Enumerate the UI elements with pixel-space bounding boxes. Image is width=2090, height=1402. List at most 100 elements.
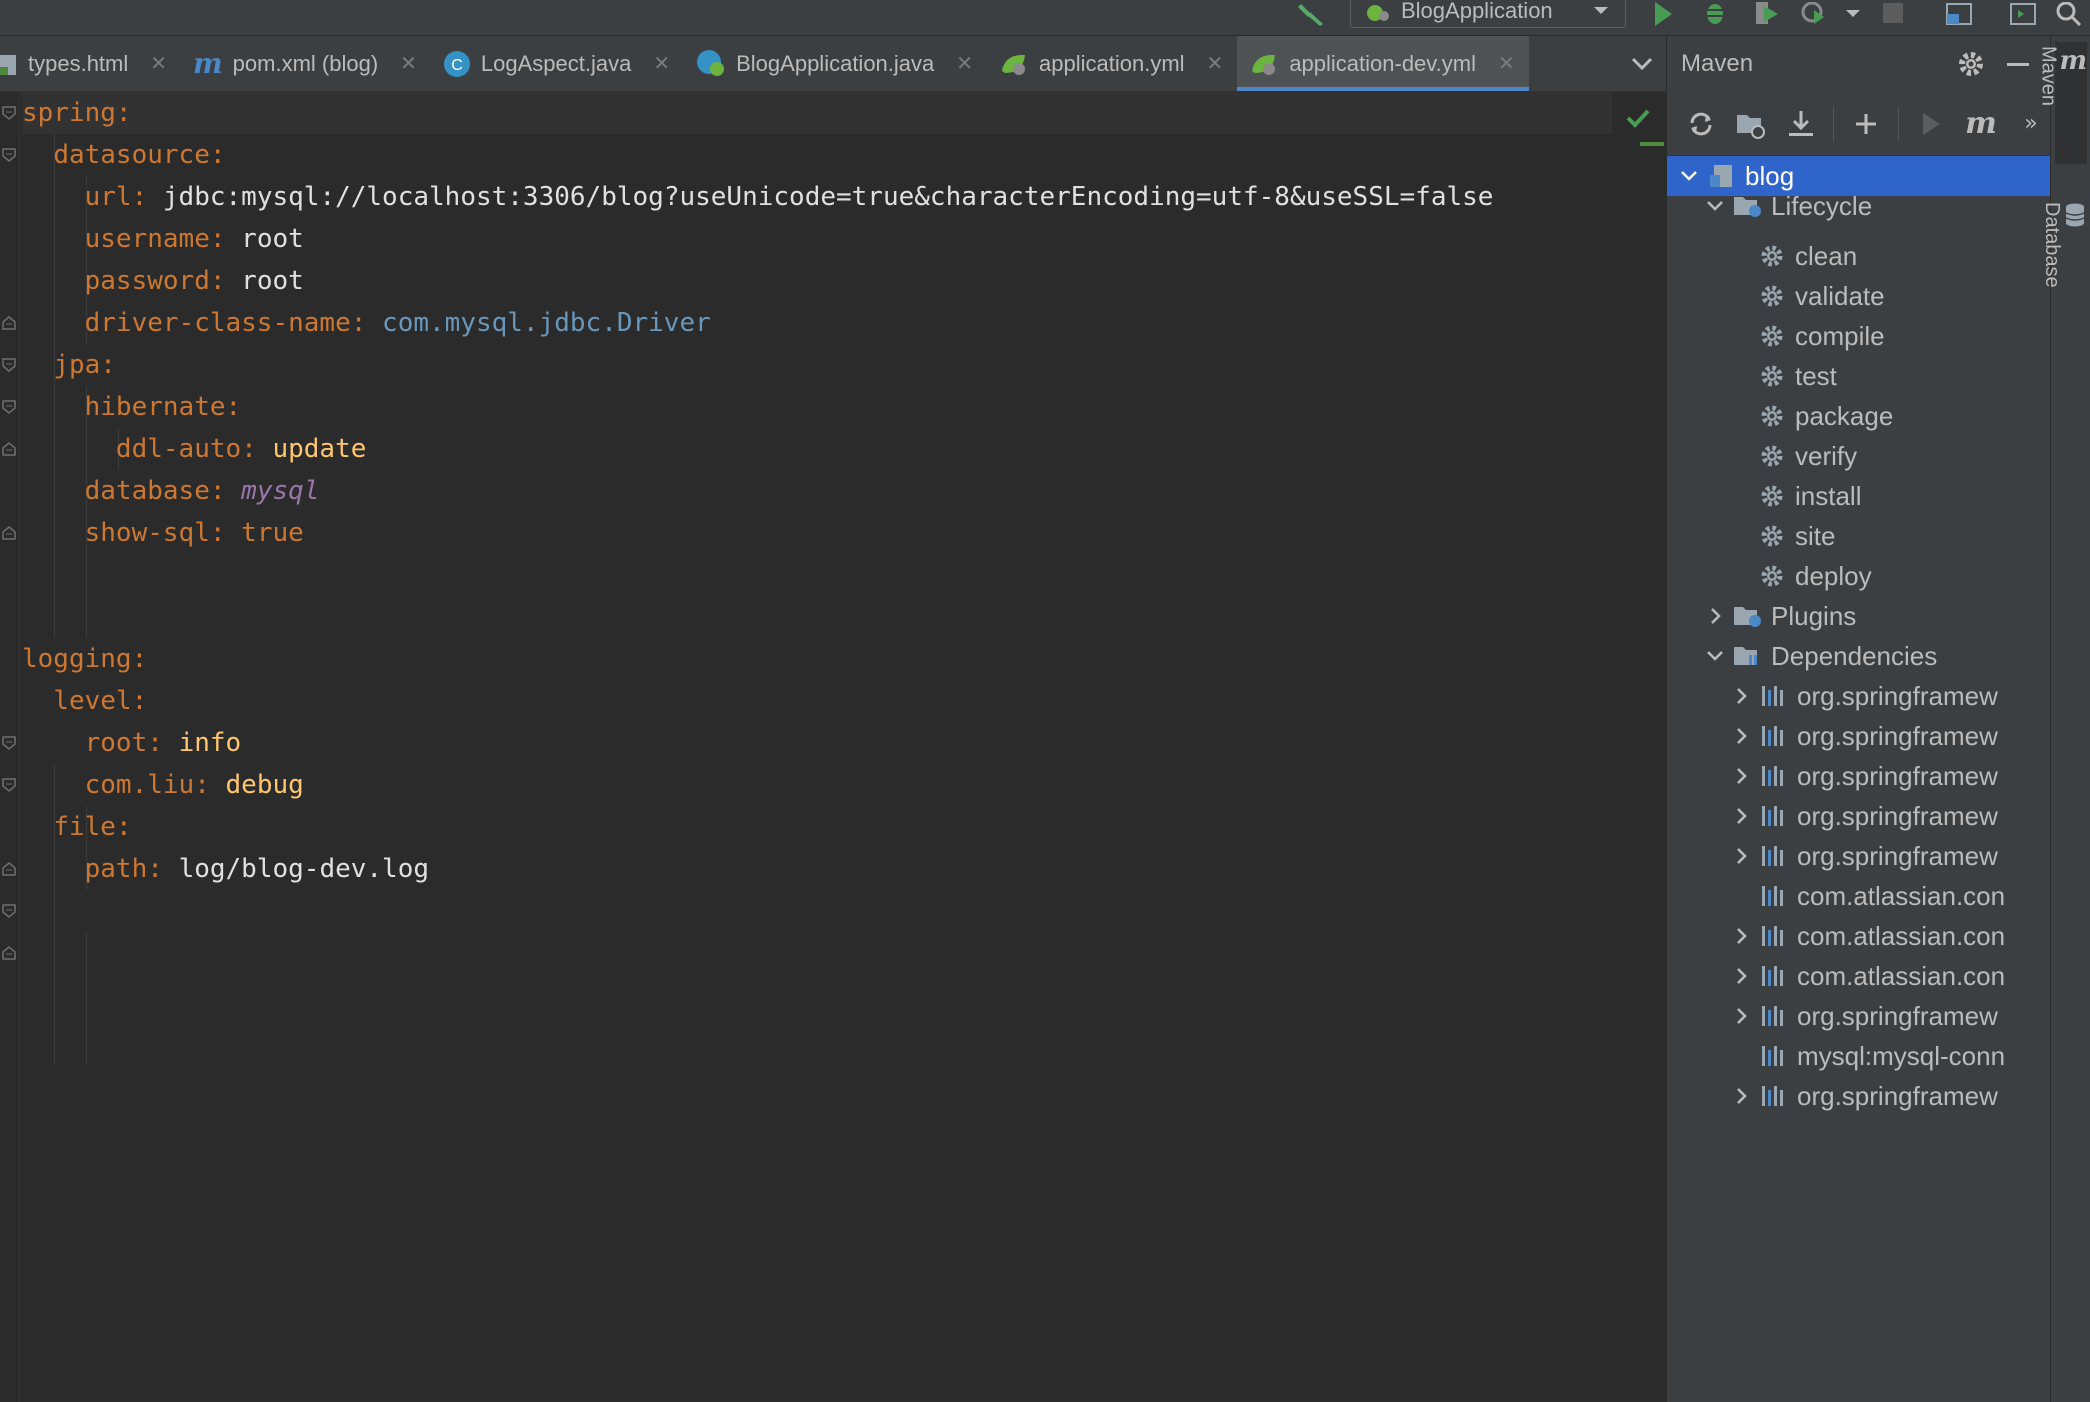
fold-marker-icon[interactable] bbox=[2, 106, 16, 120]
coverage-icon[interactable] bbox=[1752, 0, 1782, 28]
chevron-right-icon[interactable] bbox=[1731, 806, 1751, 826]
chevron-right-icon[interactable] bbox=[1731, 1006, 1751, 1026]
search-icon[interactable] bbox=[2054, 0, 2084, 28]
lifecycle-phase-deploy[interactable]: deploy bbox=[1667, 556, 2051, 596]
code-line[interactable]: show-sql: true bbox=[22, 512, 304, 554]
code-line[interactable]: hibernate: bbox=[22, 386, 242, 428]
chevron-down-icon[interactable] bbox=[1705, 196, 1725, 216]
chevron-right-icon[interactable] bbox=[1731, 686, 1751, 706]
code-line[interactable]: file: bbox=[22, 806, 131, 848]
chevron-right-icon[interactable] bbox=[1731, 926, 1751, 946]
lifecycle-phase-package[interactable]: package bbox=[1667, 396, 2051, 436]
lifecycle-phase-test[interactable]: test bbox=[1667, 356, 2051, 396]
tab-pom-xml[interactable]: m pom.xml (blog) ✕ bbox=[181, 36, 431, 91]
minimize-icon[interactable] bbox=[2005, 50, 2031, 78]
tree-node-dependencies[interactable]: Dependencies bbox=[1667, 636, 2051, 676]
dependency-item[interactable]: org.springframew bbox=[1667, 1076, 2051, 1116]
code-line[interactable]: com.liu: debug bbox=[22, 764, 304, 806]
code-line[interactable]: database: mysql bbox=[22, 470, 320, 512]
fold-marker-icon[interactable] bbox=[2, 148, 16, 162]
tree-node-plugins[interactable]: Plugins bbox=[1667, 596, 2051, 636]
dependency-item[interactable]: org.springframew bbox=[1667, 676, 2051, 716]
code-line[interactable]: logging: bbox=[22, 638, 147, 680]
fold-end-marker-icon[interactable] bbox=[2, 526, 16, 540]
run-icon[interactable] bbox=[1648, 0, 1678, 28]
dependency-item[interactable]: com.atlassian.con bbox=[1667, 956, 2051, 996]
profile-icon[interactable] bbox=[1800, 0, 1830, 28]
stripe-tab-maven[interactable]: m Maven bbox=[2037, 42, 2087, 164]
close-icon[interactable]: ✕ bbox=[1207, 51, 1224, 76]
generate-sources-icon[interactable] bbox=[1733, 106, 1769, 142]
code-line[interactable]: url: jdbc:mysql://localhost:3306/blog?us… bbox=[22, 176, 1494, 218]
code-line[interactable]: password: root bbox=[22, 260, 304, 302]
close-icon[interactable]: ✕ bbox=[400, 51, 417, 76]
chevron-down-icon[interactable] bbox=[1679, 166, 1699, 186]
close-icon[interactable]: ✕ bbox=[653, 51, 670, 76]
dependency-item[interactable]: org.springframew bbox=[1667, 996, 2051, 1036]
fold-marker-icon[interactable] bbox=[2, 778, 16, 792]
tab-blogapplication-java[interactable]: BlogApplication.java ✕ bbox=[684, 36, 987, 91]
run-configuration-selector[interactable]: BlogApplication bbox=[1350, 0, 1626, 28]
fold-marker-icon[interactable] bbox=[2, 904, 16, 918]
fold-end-marker-icon[interactable] bbox=[2, 946, 16, 960]
tab-types-html[interactable]: types.html ✕ bbox=[0, 36, 181, 91]
code-line[interactable]: driver-class-name: com.mysql.jdbc.Driver bbox=[22, 302, 711, 344]
stop-icon[interactable] bbox=[1878, 0, 1908, 28]
fold-marker-icon[interactable] bbox=[2, 400, 16, 414]
dependency-item[interactable]: mysql:mysql-conn bbox=[1667, 1036, 2051, 1076]
stripe-tab-database[interactable]: Database bbox=[2041, 202, 2087, 382]
code-line[interactable]: username: root bbox=[22, 218, 304, 260]
lifecycle-phase-validate[interactable]: validate bbox=[1667, 276, 2051, 316]
lifecycle-phase-site[interactable]: site bbox=[1667, 516, 2051, 556]
fold-end-marker-icon[interactable] bbox=[2, 862, 16, 876]
tree-node-lifecycle[interactable]: Lifecycle bbox=[1667, 186, 2051, 226]
chevron-down-icon[interactable] bbox=[1838, 0, 1868, 28]
chevron-right-icon[interactable] bbox=[1731, 766, 1751, 786]
gear-icon[interactable] bbox=[1957, 50, 1985, 78]
close-icon[interactable]: ✕ bbox=[150, 51, 167, 76]
code-line[interactable]: level: bbox=[22, 680, 147, 722]
tab-application-yml[interactable]: application.yml ✕ bbox=[987, 36, 1237, 91]
code-line[interactable]: datasource: bbox=[22, 134, 225, 176]
code-editor[interactable]: spring: datasource: url: jdbc:mysql://lo… bbox=[0, 92, 1666, 1402]
dependency-item[interactable]: com.atlassian.con bbox=[1667, 876, 2051, 916]
chevron-down-icon[interactable] bbox=[1705, 646, 1725, 666]
close-icon[interactable]: ✕ bbox=[956, 51, 973, 76]
code-line[interactable]: ddl-auto: update bbox=[22, 428, 366, 470]
tab-application-dev-yml[interactable]: application-dev.yml ✕ bbox=[1237, 36, 1530, 91]
code-line[interactable]: spring: bbox=[22, 92, 1612, 134]
lifecycle-phase-install[interactable]: install bbox=[1667, 476, 2051, 516]
add-icon[interactable] bbox=[1848, 106, 1884, 142]
chevron-right-icon[interactable] bbox=[1731, 726, 1751, 746]
code-line[interactable]: root: info bbox=[22, 722, 242, 764]
dependency-item[interactable]: org.springframew bbox=[1667, 716, 2051, 756]
chevron-right-icon[interactable] bbox=[1731, 1086, 1751, 1106]
terminal-icon[interactable] bbox=[2008, 0, 2038, 28]
dependency-item[interactable]: org.springframew bbox=[1667, 756, 2051, 796]
project-structure-icon[interactable] bbox=[1944, 0, 1974, 28]
code-line[interactable]: jpa: bbox=[22, 344, 116, 386]
fold-marker-icon[interactable] bbox=[2, 736, 16, 750]
chevron-right-icon[interactable] bbox=[1705, 606, 1725, 626]
hammer-icon[interactable] bbox=[1296, 0, 1326, 28]
dependency-item[interactable]: org.springframew bbox=[1667, 796, 2051, 836]
maven-goal-icon[interactable]: m bbox=[1963, 106, 1999, 142]
lifecycle-phase-compile[interactable]: compile bbox=[1667, 316, 2051, 356]
fold-end-marker-icon[interactable] bbox=[2, 442, 16, 456]
dependency-item[interactable]: com.atlassian.con bbox=[1667, 916, 2051, 956]
dependency-item[interactable]: org.springframew bbox=[1667, 836, 2051, 876]
show-all-tabs-button[interactable] bbox=[1618, 36, 1666, 92]
fold-marker-icon[interactable] bbox=[2, 358, 16, 372]
close-icon[interactable]: ✕ bbox=[1498, 51, 1515, 76]
lifecycle-phase-clean[interactable]: clean bbox=[1667, 236, 2051, 276]
reload-icon[interactable] bbox=[1683, 106, 1719, 142]
debug-icon[interactable] bbox=[1700, 0, 1730, 28]
chevron-right-icon[interactable] bbox=[1731, 846, 1751, 866]
checkmark-icon[interactable] bbox=[1624, 104, 1652, 132]
lifecycle-phase-verify[interactable]: verify bbox=[1667, 436, 2051, 476]
run-icon[interactable] bbox=[1913, 106, 1949, 142]
download-icon[interactable] bbox=[1783, 106, 1819, 142]
tab-logaspect-java[interactable]: C LogAspect.java ✕ bbox=[431, 36, 684, 91]
code-line[interactable]: path: log/blog-dev.log bbox=[22, 848, 429, 890]
fold-end-marker-icon[interactable] bbox=[2, 316, 16, 330]
